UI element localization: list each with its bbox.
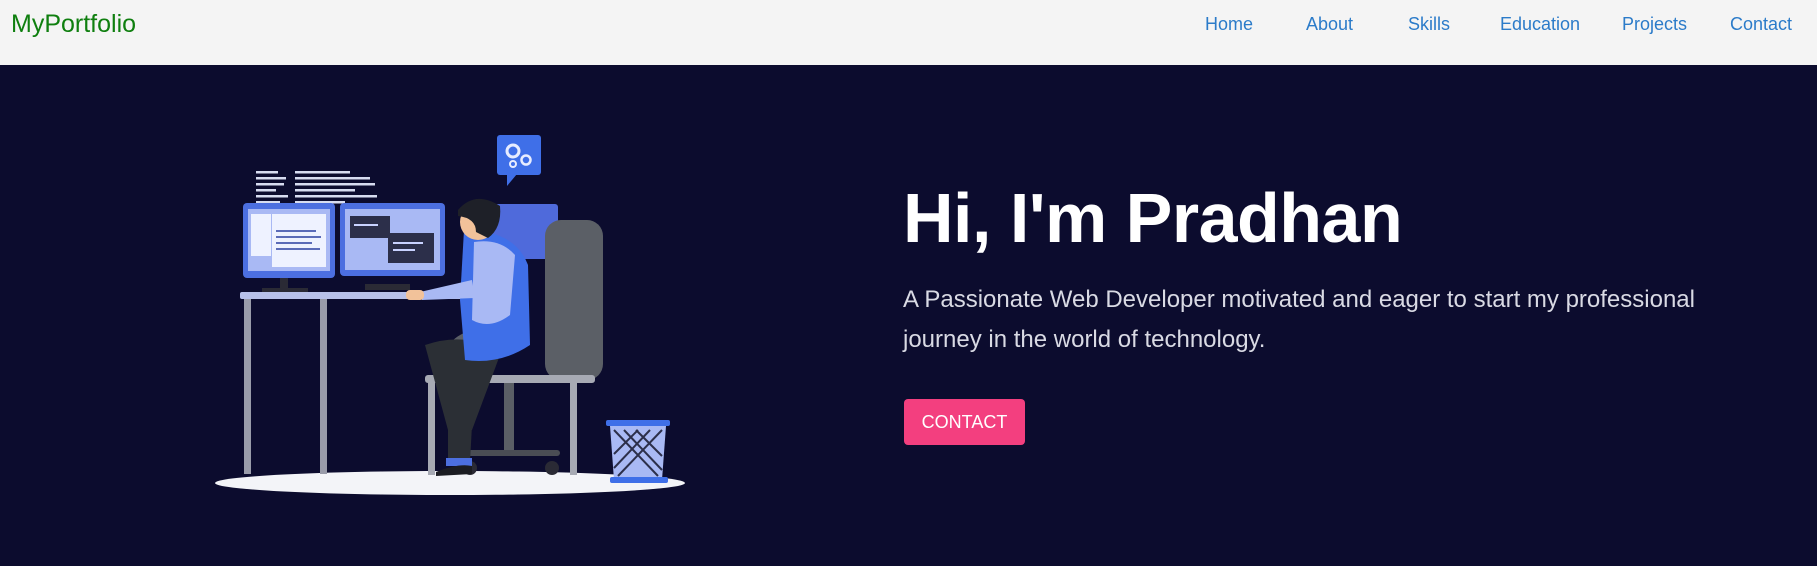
- developer-at-desk-illustration: [215, 135, 685, 495]
- nav-link-contact[interactable]: Contact: [1730, 14, 1792, 35]
- contact-button[interactable]: CONTACT: [904, 399, 1025, 445]
- navbar: MyPortfolio Home About Skills Education …: [0, 0, 1817, 65]
- nav-link-about[interactable]: About: [1306, 14, 1353, 35]
- nav-links: Home About Skills Education Projects Con…: [0, 14, 1817, 40]
- nav-link-projects[interactable]: Projects: [1622, 14, 1687, 35]
- nav-link-skills[interactable]: Skills: [1408, 14, 1450, 35]
- nav-link-education[interactable]: Education: [1500, 14, 1580, 35]
- nav-link-home[interactable]: Home: [1205, 14, 1253, 35]
- hero-subtitle: A Passionate Web Developer motivated and…: [903, 286, 1695, 353]
- hero-title: Hi, I'm Pradhan: [903, 179, 1403, 257]
